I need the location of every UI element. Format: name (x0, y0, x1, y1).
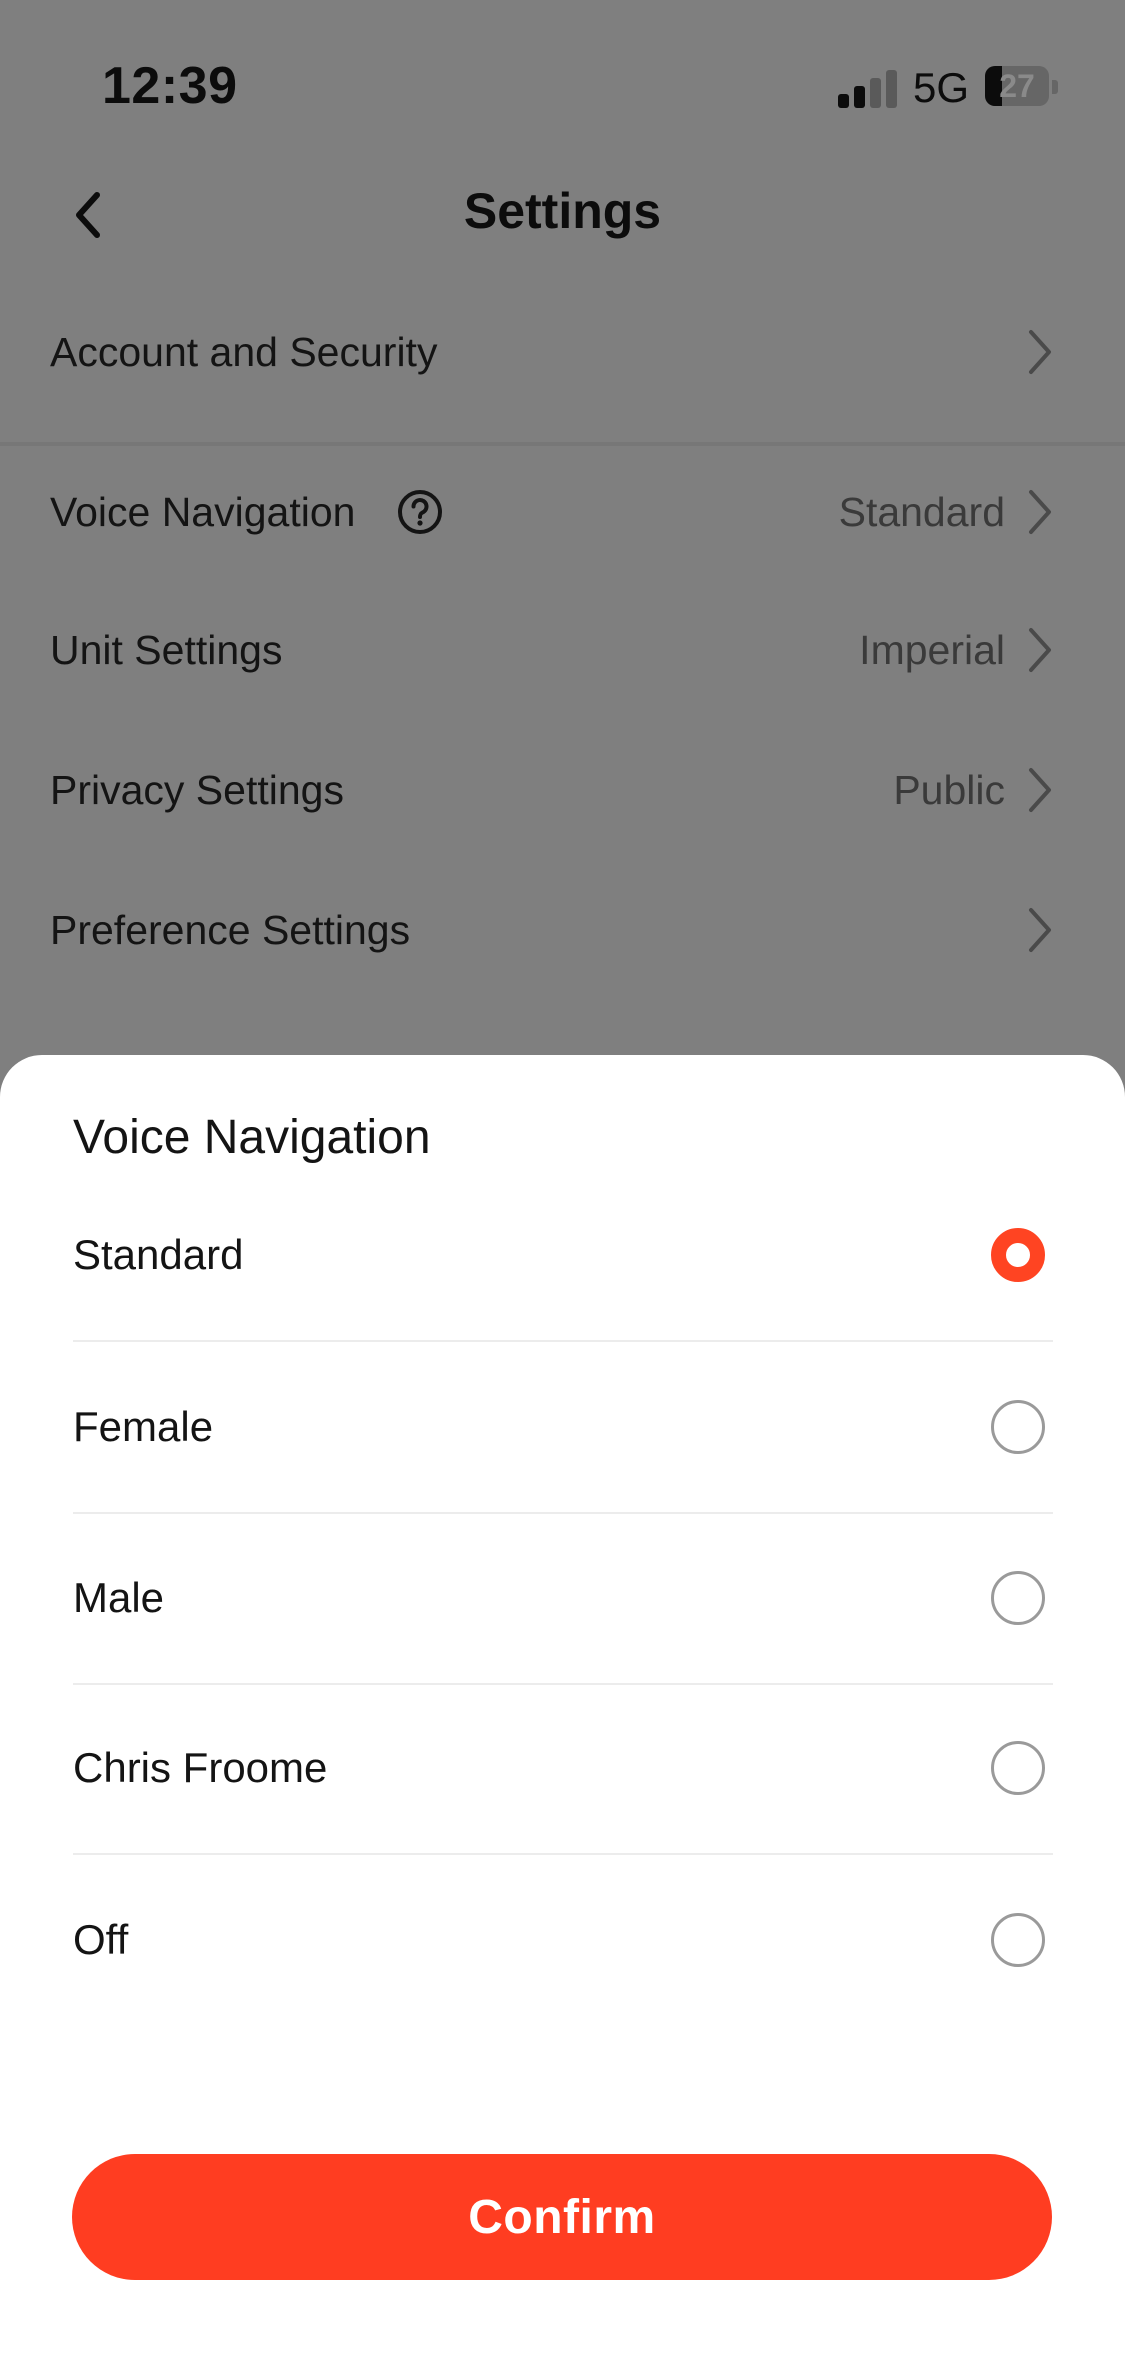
sheet-title: Voice Navigation (73, 1111, 431, 1164)
chevron-right-icon (1029, 490, 1051, 534)
option-female[interactable]: Female (73, 1342, 1053, 1514)
chevron-right-icon (1029, 628, 1051, 672)
signal-icon (838, 68, 900, 108)
option-label: Standard (73, 1231, 244, 1278)
network-type: 5G (913, 64, 970, 111)
option-label: Off (73, 1916, 129, 1963)
option-label: Female (73, 1403, 214, 1450)
option-male[interactable]: Male (73, 1513, 1053, 1685)
radio-unselected[interactable] (991, 1741, 1045, 1795)
row-value: Public (893, 766, 1005, 813)
section-divider (0, 442, 1125, 446)
option-chris-froome[interactable]: Chris Froome (73, 1683, 1053, 1855)
battery-tip (1052, 80, 1058, 94)
chevron-right-icon (1029, 768, 1051, 812)
option-label: Male (73, 1574, 165, 1621)
chevron-right-icon (1029, 908, 1051, 952)
option-label: Chris Froome (73, 1744, 328, 1791)
row-value: Standard (838, 488, 1005, 535)
page-title: Settings (463, 183, 662, 239)
settings-row-preference-settings[interactable]: Preference Settings (0, 880, 1125, 980)
help-icon[interactable] (396, 488, 444, 536)
chevron-right-icon (1029, 330, 1051, 374)
radio-unselected[interactable] (991, 1400, 1045, 1454)
row-label: Account and Security (50, 328, 438, 375)
radio-unselected[interactable] (991, 1571, 1045, 1625)
radio-unselected[interactable] (991, 1913, 1045, 1967)
confirm-button[interactable]: Confirm (72, 2154, 1052, 2280)
radio-selected[interactable] (991, 1228, 1045, 1282)
settings-row-voice-navigation[interactable]: Voice Navigation Standard (0, 462, 1125, 562)
settings-row-unit-settings[interactable]: Unit Settings Imperial (0, 600, 1125, 700)
status-bar: 12:39 5G 27 (0, 0, 1125, 160)
settings-row-privacy-settings[interactable]: Privacy Settings Public (0, 740, 1125, 840)
row-value: Imperial (859, 626, 1005, 673)
row-label: Voice Navigation (50, 488, 356, 535)
row-label: Privacy Settings (50, 766, 344, 813)
row-label: Unit Settings (50, 626, 283, 673)
settings-row-account-security[interactable]: Account and Security (0, 302, 1125, 402)
option-standard[interactable]: Standard (73, 1170, 1053, 1342)
battery-level: 27 (999, 68, 1035, 104)
voice-navigation-sheet: Voice Navigation Standard Female Male Ch… (0, 1055, 1125, 2363)
status-time: 12:39 (102, 57, 238, 115)
battery-icon: 27 (985, 66, 1049, 106)
option-off[interactable]: Off (73, 1855, 1053, 2025)
row-label: Preference Settings (50, 906, 411, 953)
